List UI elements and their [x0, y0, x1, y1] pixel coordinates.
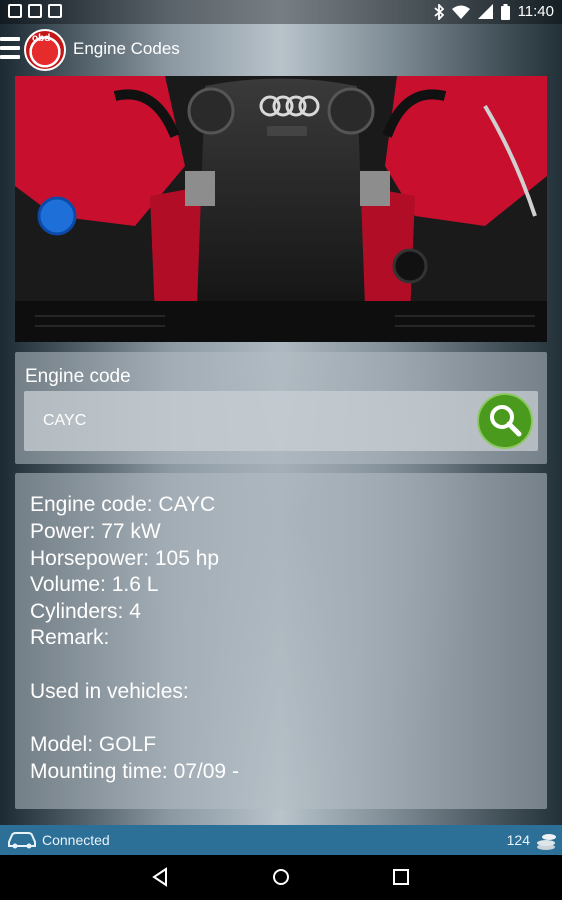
status-bar: 11:40 — [0, 0, 562, 24]
result-line-mounting-time: Mounting time: 07/09 - — [30, 760, 239, 783]
search-button[interactable] — [477, 393, 533, 449]
page-title: Engine Codes — [73, 39, 180, 58]
battery-icon — [500, 3, 510, 20]
signal-icon — [477, 4, 493, 19]
coins-icon[interactable] — [535, 829, 557, 851]
back-icon[interactable] — [151, 867, 171, 887]
result-line-volume: Volume: 1.6 L — [30, 573, 159, 596]
connection-status-text: Connected — [42, 832, 110, 848]
search-card: Engine code — [15, 352, 547, 464]
connection-status-bar: Connected 124 — [0, 825, 562, 855]
menu-icon[interactable] — [0, 37, 20, 63]
result-line-power: Power: 77 kW — [30, 520, 161, 543]
engine-code-label: Engine code — [25, 366, 131, 387]
download-icon — [28, 4, 42, 18]
wifi-icon — [451, 5, 470, 19]
credits-count: 124 — [506, 832, 530, 848]
search-icon — [490, 405, 522, 437]
engine-code-input[interactable] — [24, 391, 464, 451]
home-icon[interactable] — [271, 867, 291, 887]
engine-photo — [15, 76, 547, 342]
result-card: Engine code: CAYC Power: 77 kW Horsepowe… — [15, 473, 547, 809]
navigation-bar — [0, 855, 562, 900]
result-line-remark: Remark: — [30, 626, 110, 649]
bluetooth-icon — [433, 3, 444, 20]
bag-icon — [48, 4, 62, 18]
logo-text: obd — [32, 33, 51, 44]
result-line-used-in: Used in vehicles: — [30, 680, 189, 703]
car-icon — [8, 832, 36, 849]
image-icon — [8, 4, 22, 18]
result-line-horsepower: Horsepower: 105 hp — [30, 547, 220, 570]
app-logo[interactable]: obd — [24, 29, 66, 71]
result-line-cylinders: Cylinders: 4 — [30, 600, 141, 623]
result-line-engine-code: Engine code: CAYC — [30, 493, 216, 516]
result-line-model: Model: GOLF — [30, 733, 157, 756]
app-bar: obd Engine Codes — [0, 24, 562, 76]
clock: 11:40 — [517, 3, 554, 20]
recents-icon[interactable] — [391, 867, 411, 887]
search-input-container — [24, 391, 538, 451]
